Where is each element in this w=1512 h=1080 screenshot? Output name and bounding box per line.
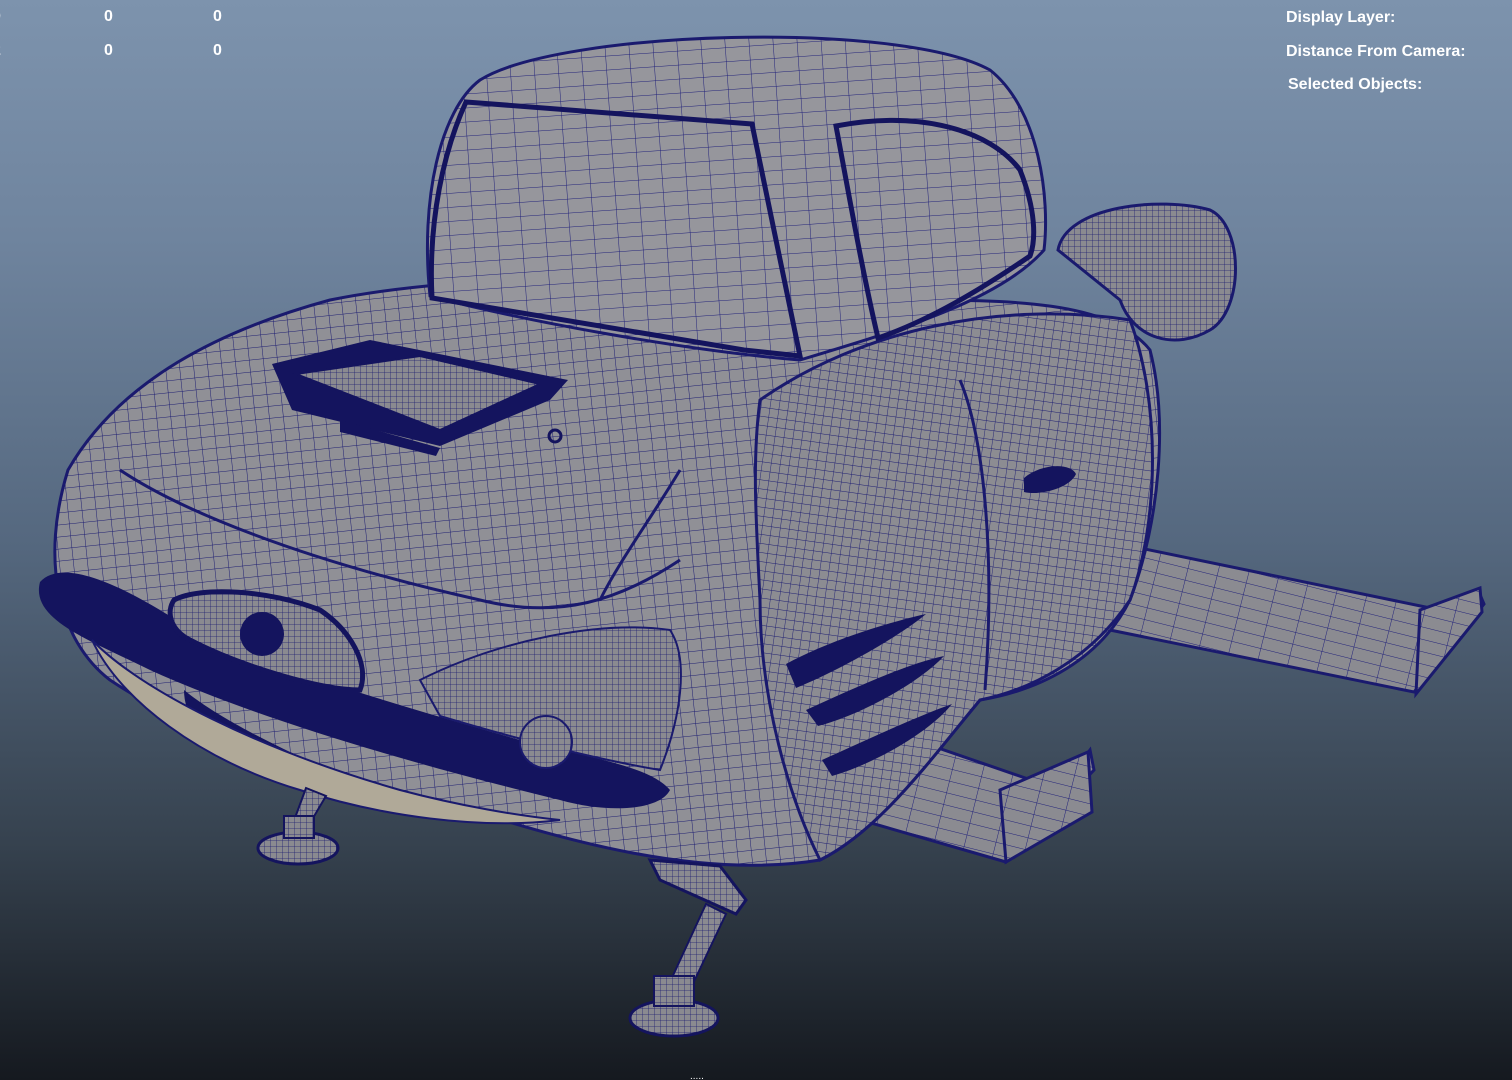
landing-leg-center <box>628 858 748 1038</box>
landing-leg-left <box>256 786 340 866</box>
perspective-viewport[interactable]: 0 0 0 2 0 0 Display Layer: Distance From… <box>0 0 1512 1080</box>
bottom-indicator: ..... <box>690 1074 704 1080</box>
car-ship-model[interactable] <box>0 0 1512 1080</box>
rear-wing-right <box>1097 546 1486 699</box>
